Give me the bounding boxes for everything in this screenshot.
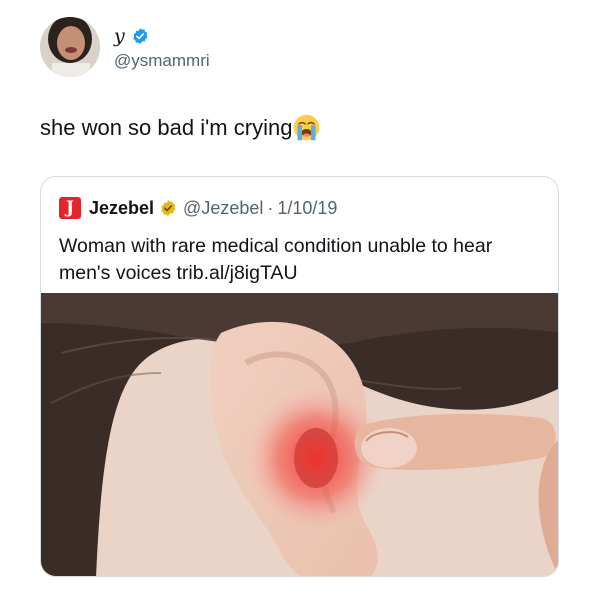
tweet-body: she won so bad i'm crying: [40, 114, 293, 140]
blue-verified-badge-icon: [131, 27, 149, 45]
quoted-tweet[interactable]: J Jezebel @Jezebel · 1/10/19 Woman with …: [40, 176, 559, 577]
tweet-text: she won so bad i'm crying: [40, 114, 320, 141]
display-name[interactable]: y: [114, 25, 125, 47]
quoted-handle[interactable]: @Jezebel: [183, 198, 263, 219]
quoted-tweet-header: J Jezebel @Jezebel · 1/10/19: [59, 197, 337, 219]
tweet-author[interactable]: y @ysmammri: [40, 17, 210, 77]
quoted-tweet-image[interactable]: [41, 293, 558, 576]
jezebel-logo[interactable]: J: [59, 197, 81, 219]
quoted-tweet-text: Woman with rare medical condition unable…: [59, 235, 493, 284]
quoted-date[interactable]: 1/10/19: [277, 198, 337, 219]
gold-verified-badge-icon: [159, 199, 177, 217]
author-handle[interactable]: @ysmammri: [114, 51, 210, 71]
separator-dot: ·: [267, 197, 274, 218]
loudly-crying-face-emoji-icon: [293, 114, 320, 141]
avatar[interactable]: [40, 17, 100, 77]
quoted-display-name[interactable]: Jezebel: [89, 198, 154, 219]
